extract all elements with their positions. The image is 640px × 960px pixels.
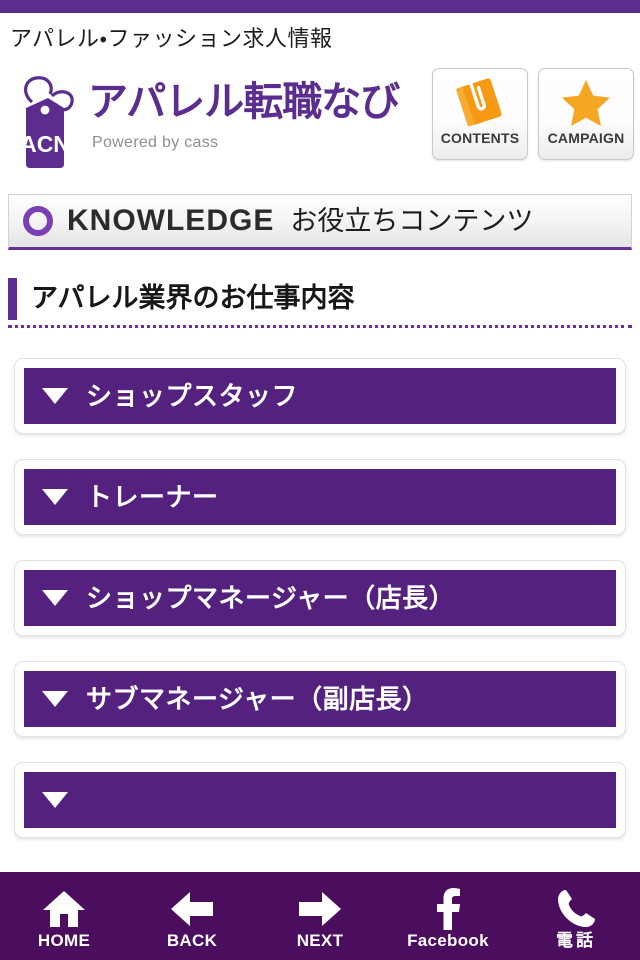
accordion-item-5[interactable] xyxy=(14,762,626,838)
accordion-item-label: トレーナー xyxy=(86,482,219,512)
mobile-page: アパレル・ファッション求人情報 ACN アパレル転職なび Powered by … xyxy=(0,0,640,960)
facebook-icon xyxy=(432,887,464,931)
section-accent-bar xyxy=(8,277,17,320)
triangle-down-icon xyxy=(42,590,68,606)
nav-item-home[interactable]: HOME xyxy=(0,872,128,960)
site-tagline: アパレル・ファッション求人情報 xyxy=(0,13,640,61)
site-tagline-text: アパレル・ファッション求人情報 xyxy=(10,26,333,51)
contents-button-label: Contents xyxy=(440,130,520,146)
site-header: ACN アパレル転職なび Powered by cass Contents xyxy=(0,62,640,184)
nav-label-back: BACK xyxy=(166,931,218,950)
home-icon xyxy=(42,887,86,931)
accordion-item-label: サブマネージャー（副店長） xyxy=(86,684,429,714)
header-button-group: Contents Campaign xyxy=(432,68,634,160)
accordion-header[interactable] xyxy=(24,772,616,828)
section-heading: アパレル業界のお仕事内容 xyxy=(8,272,632,328)
triangle-down-icon xyxy=(42,388,68,404)
page-title: アパレル業界のお仕事内容 xyxy=(31,283,355,313)
accordion-item-label: ショップマネージャー（店長） xyxy=(86,583,456,613)
knowledge-title-jp: お役立ちコンテンツ xyxy=(290,205,534,236)
site-logo[interactable]: ACN アパレル転職なび Powered by cass xyxy=(8,70,408,170)
nav-item-phone[interactable]: 電話 xyxy=(512,872,640,960)
accordion-header[interactable]: サブマネージャー（副店長） xyxy=(24,671,616,727)
nav-label-home: HOME xyxy=(37,931,91,950)
knowledge-banner: Knowledge お役立ちコンテンツ xyxy=(8,194,632,250)
star-icon xyxy=(559,76,613,128)
nav-item-facebook[interactable]: Facebook xyxy=(384,872,512,960)
triangle-down-icon xyxy=(42,691,68,707)
accordion-header[interactable]: ショップスタッフ xyxy=(24,368,616,424)
arrow-right-icon xyxy=(297,887,343,931)
nav-label-phone: 電話 xyxy=(556,931,596,950)
nav-item-back[interactable]: BACK xyxy=(128,872,256,960)
accordion-item-3[interactable]: ショップマネージャー（店長） xyxy=(14,560,626,636)
arrow-left-icon xyxy=(169,887,215,931)
svg-text:ACN: ACN xyxy=(20,131,70,157)
accordion-item-2[interactable]: トレーナー xyxy=(14,459,626,535)
campaign-button[interactable]: Campaign xyxy=(538,68,634,160)
accordion-item-label: ショップスタッフ xyxy=(86,381,299,411)
status-bar xyxy=(0,0,640,13)
book-clip-icon xyxy=(453,76,507,128)
accordion-item-1[interactable]: ショップスタッフ xyxy=(14,358,626,434)
triangle-down-icon xyxy=(42,792,68,808)
acn-tag-logo-icon: ACN xyxy=(20,76,74,168)
accordion-header[interactable]: トレーナー xyxy=(24,469,616,525)
nav-label-facebook: Facebook xyxy=(407,931,489,950)
nav-item-next[interactable]: NEXT xyxy=(256,872,384,960)
contents-button[interactable]: Contents xyxy=(432,68,528,160)
phone-icon xyxy=(555,887,597,931)
accordion-header[interactable]: ショップマネージャー（店長） xyxy=(24,570,616,626)
circle-ring-icon xyxy=(23,206,53,236)
campaign-button-label: Campaign xyxy=(547,130,625,146)
knowledge-title-en: Knowledge xyxy=(67,204,275,237)
accordion-list: ショップスタッフ トレーナー ショップマネージャー（店長） サブマネージャー（副… xyxy=(0,358,640,863)
logo-powered-by: Powered by cass xyxy=(92,134,219,151)
nav-label-next: NEXT xyxy=(296,931,344,950)
accordion-item-4[interactable]: サブマネージャー（副店長） xyxy=(14,661,626,737)
bottom-navigation: HOME BACK NEXT Facebook 電話 xyxy=(0,872,640,960)
triangle-down-icon xyxy=(42,489,68,505)
logo-wordmark: アパレル転職なび xyxy=(88,80,400,124)
